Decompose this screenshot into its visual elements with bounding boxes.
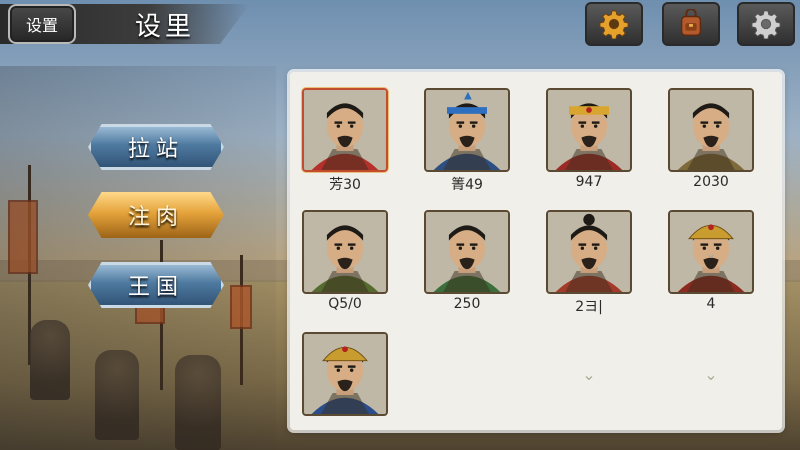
menu-button-2-selected[interactable]: 注肉 <box>88 192 224 238</box>
system-settings-button[interactable] <box>737 2 795 46</box>
back-button[interactable]: 设置 <box>8 4 76 44</box>
chevron-down-icon: ⌄ <box>582 364 596 384</box>
chevron-down-icon: ⌄ <box>704 242 718 262</box>
general-portrait <box>302 332 388 416</box>
general-face-icon <box>426 212 508 292</box>
general-face-icon <box>548 90 630 170</box>
gear-icon <box>751 10 781 39</box>
general-portrait <box>668 88 754 172</box>
gear-icon <box>599 10 629 39</box>
general-portrait <box>424 88 510 172</box>
backpack-icon <box>680 9 702 36</box>
general-face-icon <box>304 212 386 292</box>
menu-panel: 拉站 注肉 王国 <box>0 66 276 450</box>
general-face-icon <box>304 90 386 170</box>
general-face-icon <box>426 90 508 170</box>
page-title: 设里 <box>135 12 196 42</box>
general-portrait <box>546 88 632 172</box>
menu-button-label: 拉站 <box>127 137 184 162</box>
empty-slot[interactable]: ⌄ <box>546 332 632 416</box>
general-power-label: Q5/0 <box>328 296 362 312</box>
general-power-label: 2ヨ| <box>575 299 603 315</box>
chevron-down-icon: ⌄ <box>704 364 718 384</box>
general-power-label: 芳30 <box>329 177 361 193</box>
inventory-button[interactable] <box>662 2 720 46</box>
general-face-icon <box>304 334 386 414</box>
menu-button-label: 注肉 <box>127 205 184 230</box>
general-power-label: 947 <box>575 174 603 190</box>
menu-button-3[interactable]: 王国 <box>88 262 224 308</box>
general-power-label: 箐49 <box>451 177 483 193</box>
menu-button-label: 王国 <box>127 275 184 300</box>
generals-grid: 芳30 箐49 947 2030 Q5/0 250 2ヨ| ⌄ 4 ⌄ ⌄ <box>290 72 782 430</box>
general-portrait <box>424 210 510 294</box>
general-portrait <box>302 88 388 172</box>
general-portrait <box>546 210 632 294</box>
top-bar: 设置 设里 <box>0 0 800 46</box>
empty-slot[interactable]: ⌄ <box>668 332 754 416</box>
settings-button[interactable] <box>585 2 643 46</box>
empty-slot[interactable]: ⌄ <box>668 210 754 294</box>
general-power-label: 2030 <box>693 174 729 190</box>
slot-label: 4 <box>706 296 716 312</box>
general-power-label: 250 <box>453 296 481 312</box>
general-portrait <box>302 210 388 294</box>
general-face-icon <box>548 212 630 292</box>
menu-button-1[interactable]: 拉站 <box>88 124 224 170</box>
general-face-icon <box>670 90 752 170</box>
